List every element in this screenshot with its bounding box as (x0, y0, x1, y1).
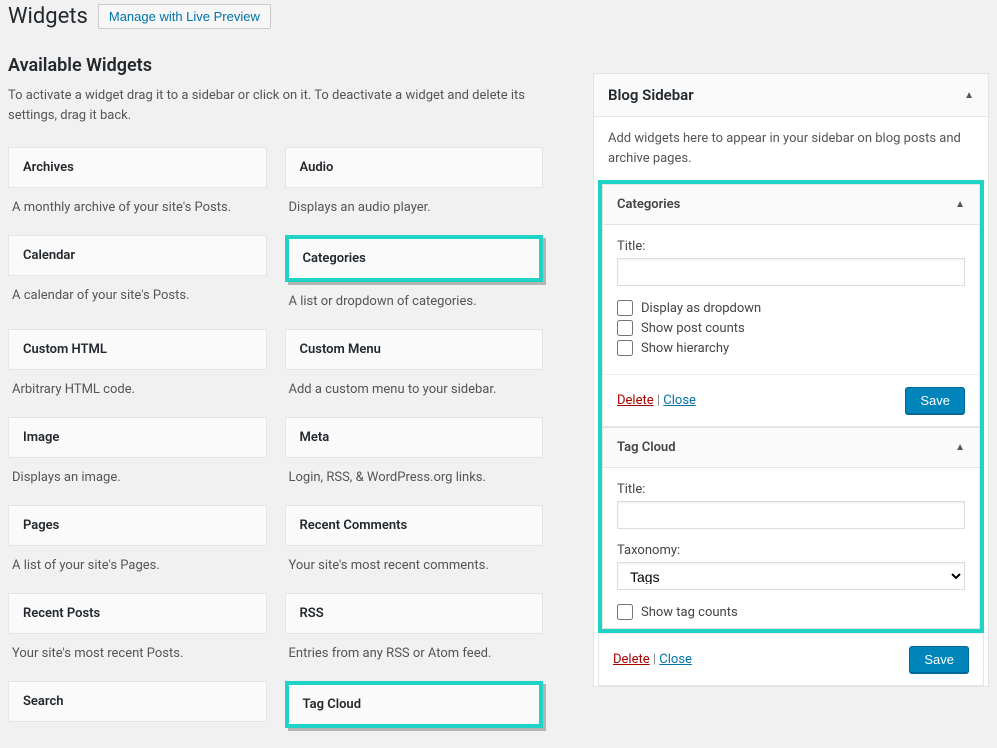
widget-description: Entries from any RSS or Atom feed. (285, 634, 544, 661)
caret-up-icon (955, 199, 965, 210)
widget-description: A list or dropdown of categories. (285, 282, 544, 309)
close-link[interactable]: Close (659, 652, 692, 667)
widget-description: A list of your site's Pages. (8, 546, 267, 573)
categories-title-input[interactable] (617, 258, 965, 286)
widget-description: Add a custom menu to your sidebar. (285, 370, 544, 397)
widget-description: Arbitrary HTML code. (8, 370, 267, 397)
save-button[interactable]: Save (909, 646, 969, 673)
widget-instance-tagcloud-header[interactable]: Tag Cloud (603, 428, 979, 468)
widget-description: Your site's most recent Posts. (8, 634, 267, 661)
checkbox-label: Display as dropdown (641, 301, 761, 316)
display-as-dropdown-checkbox[interactable] (617, 300, 633, 316)
taxonomy-select[interactable]: Tags (617, 562, 965, 590)
widget-instance-title: Categories (617, 197, 680, 212)
sidebar-area-header[interactable]: Blog Sidebar (594, 74, 988, 117)
available-widget-archives[interactable]: Archives (8, 147, 267, 188)
available-widget-tag-cloud[interactable]: Tag Cloud (285, 681, 544, 728)
available-widget-image[interactable]: Image (8, 417, 267, 458)
taxonomy-label: Taxonomy: (617, 543, 965, 558)
tagcloud-title-input[interactable] (617, 501, 965, 529)
available-widget-rss[interactable]: RSS (285, 593, 544, 634)
widget-description: A calendar of your site's Posts. (8, 276, 267, 303)
close-link[interactable]: Close (663, 393, 696, 408)
checkbox-label: Show post counts (641, 321, 745, 336)
available-widgets-heading: Available Widgets (8, 55, 543, 76)
caret-up-icon (964, 90, 974, 101)
page-title: Widgets (8, 4, 88, 29)
available-widget-categories[interactable]: Categories (285, 235, 544, 282)
widget-instance-title: Tag Cloud (617, 440, 676, 455)
available-widget-calendar[interactable]: Calendar (8, 235, 267, 276)
show-hierarchy-checkbox[interactable] (617, 340, 633, 356)
widget-description: Login, RSS, & WordPress.org links. (285, 458, 544, 485)
available-widgets-description: To activate a widget drag it to a sideba… (8, 86, 543, 125)
available-widget-pages[interactable]: Pages (8, 505, 267, 546)
available-widget-search[interactable]: Search (8, 681, 267, 722)
title-label: Title: (617, 482, 965, 497)
available-widget-custom-html[interactable]: Custom HTML (8, 329, 267, 370)
available-widget-recent-comments[interactable]: Recent Comments (285, 505, 544, 546)
save-button[interactable]: Save (905, 387, 965, 414)
available-widget-meta[interactable]: Meta (285, 417, 544, 458)
widget-description: Displays an audio player. (285, 188, 544, 215)
widget-description: Displays an image. (8, 458, 267, 485)
checkbox-label: Show tag counts (641, 605, 738, 620)
manage-live-preview-button[interactable]: Manage with Live Preview (98, 4, 271, 29)
checkbox-label: Show hierarchy (641, 341, 729, 356)
title-label: Title: (617, 239, 965, 254)
delete-link[interactable]: Delete (617, 393, 654, 408)
show-tag-counts-checkbox[interactable] (617, 604, 633, 620)
sidebar-area-title: Blog Sidebar (608, 86, 694, 104)
available-widget-custom-menu[interactable]: Custom Menu (285, 329, 544, 370)
delete-link[interactable]: Delete (613, 652, 650, 667)
caret-up-icon (955, 442, 965, 453)
available-widget-audio[interactable]: Audio (285, 147, 544, 188)
widget-instance-categories-header[interactable]: Categories (603, 185, 979, 225)
available-widget-recent-posts[interactable]: Recent Posts (8, 593, 267, 634)
show-post-counts-checkbox[interactable] (617, 320, 633, 336)
sidebar-area-description: Add widgets here to appear in your sideb… (594, 117, 988, 180)
widget-description: Your site's most recent comments. (285, 546, 544, 573)
widget-description: A monthly archive of your site's Posts. (8, 188, 267, 215)
